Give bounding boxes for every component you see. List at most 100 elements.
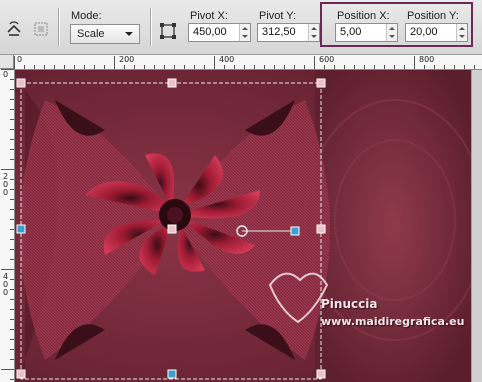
- ruler-tick: [10, 99, 14, 100]
- ruler-tick: [204, 65, 205, 69]
- ruler-tick: [10, 309, 14, 310]
- ruler-tick: [10, 189, 14, 190]
- ruler-tick: [124, 65, 125, 69]
- mode-value: Scale: [77, 28, 105, 40]
- ruler-tick: [10, 219, 14, 220]
- ruler-left: 0 200 400: [0, 69, 15, 382]
- ruler-tick: [244, 65, 245, 69]
- ruler-tick: [54, 65, 55, 69]
- ruler-top: 0 200 400 600 800: [14, 55, 482, 70]
- ruler-tick: [10, 349, 14, 350]
- position-y-spinner[interactable]: [456, 24, 467, 41]
- ruler-tick: [1, 169, 14, 170]
- ruler-tick: [134, 65, 135, 69]
- ruler-tick: [10, 89, 14, 90]
- ruler-tick: [10, 279, 14, 280]
- mode-label: Mode:: [71, 10, 102, 22]
- ruler-tick: [84, 65, 85, 69]
- ruler-tick: [324, 65, 325, 69]
- ruler-tick: [264, 65, 265, 69]
- ruler-tick: [10, 339, 14, 340]
- separator: [150, 8, 151, 46]
- ruler-tick: [10, 319, 14, 320]
- ruler-top-label: 600: [319, 55, 335, 64]
- ruler-tick: [104, 65, 105, 69]
- pivot-y-label: Pivot Y:: [259, 10, 297, 22]
- ruler-tick: [364, 65, 365, 69]
- position-x-spinner[interactable]: [386, 24, 397, 41]
- ruler-tick: [154, 65, 155, 69]
- chevron-down-icon: [125, 32, 133, 36]
- ruler-tick: [10, 379, 14, 380]
- position-x-value: 5,00: [340, 26, 362, 38]
- ruler-tick: [74, 65, 75, 69]
- mode-select[interactable]: Scale: [70, 24, 140, 44]
- pivot-x-spinner[interactable]: [239, 24, 250, 41]
- ruler-top-label: 800: [419, 55, 435, 64]
- pivot-y-spinner[interactable]: [308, 24, 319, 41]
- reset-icon[interactable]: [3, 18, 25, 40]
- pivot-x-label: Pivot X:: [190, 10, 228, 22]
- ruler-tick: [10, 239, 14, 240]
- ruler-tick: [164, 65, 165, 69]
- ruler-tick: [344, 65, 345, 69]
- ruler-tick: [174, 65, 175, 69]
- ruler-tick: [434, 65, 435, 69]
- ruler-tick: [214, 56, 215, 69]
- ruler-tick: [10, 359, 14, 360]
- position-x-label: Position X:: [337, 10, 390, 22]
- ruler-tick: [10, 229, 14, 230]
- ruler-tick: [10, 199, 14, 200]
- ruler-left-label: 0: [3, 70, 9, 79]
- separator: [58, 8, 59, 46]
- artwork: [15, 70, 471, 382]
- ruler-tick: [184, 65, 185, 69]
- ruler-top-label: 400: [219, 55, 235, 64]
- ruler-tick: [404, 65, 405, 69]
- ruler-tick: [464, 65, 465, 69]
- ruler-tick: [64, 65, 65, 69]
- ruler-tick: [444, 65, 445, 69]
- ruler-tick: [10, 109, 14, 110]
- pivot-y-value: 312,50: [262, 26, 296, 38]
- ruler-tick: [454, 65, 455, 69]
- ruler-tick: [284, 65, 285, 69]
- ruler-tick: [1, 269, 14, 270]
- watermark-url: www.maidiregrafica.eu: [321, 315, 465, 328]
- ruler-tick: [10, 289, 14, 290]
- ruler-tick: [414, 56, 415, 69]
- ruler-tick: [384, 65, 385, 69]
- toolbar: Mode: Scale Pivot X: 450,00 Pivot Y: 312…: [0, 0, 482, 55]
- ruler-tick: [10, 159, 14, 160]
- ruler-tick: [94, 65, 95, 69]
- ruler-tick: [394, 65, 395, 69]
- ruler-tick: [1, 69, 14, 70]
- ruler-tick: [10, 139, 14, 140]
- position-y-value: 20,00: [410, 26, 438, 38]
- ruler-tick: [1, 369, 14, 370]
- ruler-corner: [0, 55, 14, 69]
- ruler-tick: [314, 56, 315, 69]
- pick-icon[interactable]: [30, 18, 52, 40]
- position-y-field[interactable]: 20,00: [405, 23, 468, 42]
- ruler-tick: [10, 129, 14, 130]
- ruler-tick: [114, 56, 115, 69]
- ruler-tick: [10, 249, 14, 250]
- ruler-tick: [34, 65, 35, 69]
- pivot-y-field[interactable]: 312,50: [257, 23, 320, 42]
- ruler-tick: [374, 65, 375, 69]
- ruler-tick: [10, 149, 14, 150]
- vertical-scrollbar[interactable]: [471, 70, 482, 382]
- ruler-tick: [254, 65, 255, 69]
- ruler-left-label: 200: [3, 172, 9, 197]
- ruler-tick: [10, 209, 14, 210]
- ruler-tick: [474, 65, 475, 69]
- ruler-top-label: 200: [119, 55, 135, 64]
- position-x-field[interactable]: 5,00: [335, 23, 398, 42]
- position-y-label: Position Y:: [407, 10, 459, 22]
- ruler-tick: [334, 65, 335, 69]
- pivot-icon[interactable]: [157, 20, 179, 42]
- image-canvas[interactable]: Pinuccia www.maidiregrafica.eu: [15, 70, 471, 382]
- ruler-left-label: 400: [3, 272, 9, 297]
- pivot-x-field[interactable]: 450,00: [188, 23, 251, 42]
